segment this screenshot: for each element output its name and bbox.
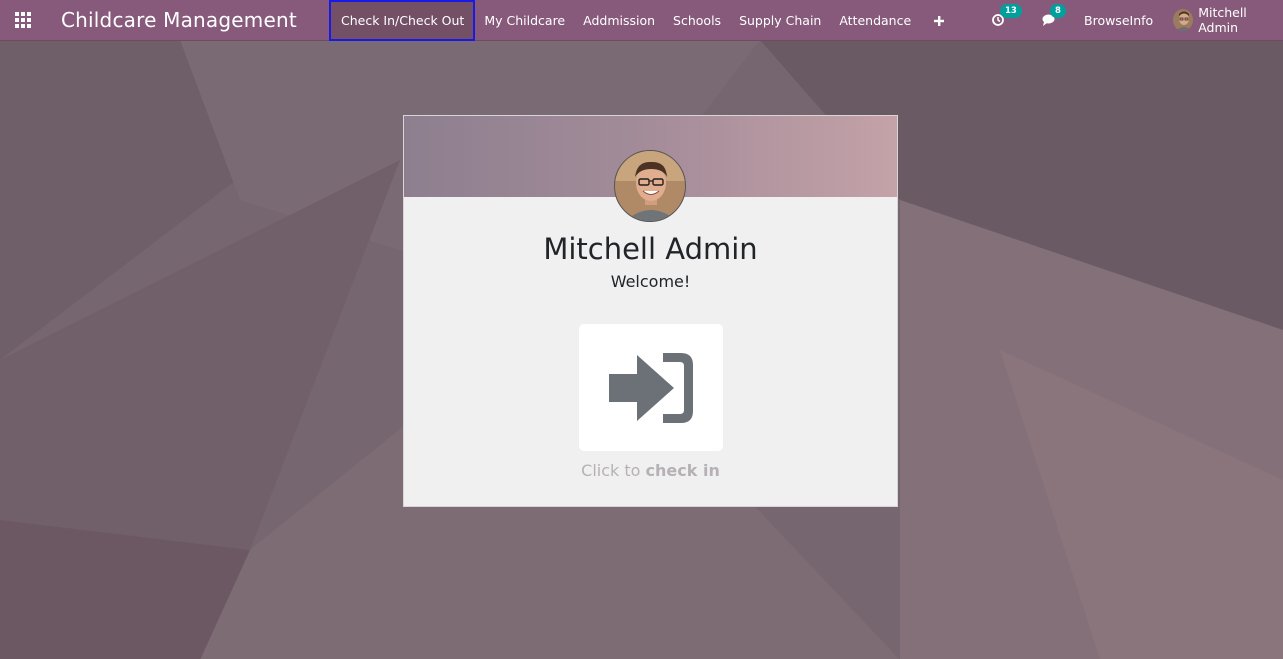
welcome-message: Welcome! bbox=[610, 272, 691, 291]
employee-name: Mitchell Admin bbox=[543, 232, 758, 266]
user-name: Mitchell Admin bbox=[1198, 5, 1247, 35]
plus-icon bbox=[934, 15, 945, 26]
messages-count-badge: 8 bbox=[1050, 4, 1066, 18]
plus-menu-button[interactable] bbox=[920, 0, 958, 41]
check-in-button[interactable] bbox=[579, 324, 723, 451]
menu-item-schools[interactable]: Schools bbox=[664, 0, 730, 41]
company-switcher[interactable]: BrowseInfo bbox=[1084, 0, 1153, 40]
sign-in-icon bbox=[609, 352, 693, 423]
activity-count-badge: 13 bbox=[1000, 4, 1022, 18]
user-menu[interactable]: Mitchell Admin bbox=[1173, 0, 1283, 40]
hint-prefix: Click to bbox=[581, 461, 641, 480]
attendance-card: Mitchell Admin Welcome! Click to check i… bbox=[403, 115, 898, 507]
menu-item-check-in-check-out[interactable]: Check In/Check Out bbox=[329, 0, 476, 41]
systray-messages: 8 bbox=[1042, 0, 1066, 40]
messages-button[interactable]: 8 bbox=[1042, 4, 1066, 26]
app-title[interactable]: Childcare Management bbox=[61, 7, 297, 33]
menu-item-attendance[interactable]: Attendance bbox=[830, 0, 920, 41]
grid-icon bbox=[15, 12, 31, 28]
activity-button[interactable]: 13 bbox=[992, 4, 1022, 26]
menu-item-supply-chain[interactable]: Supply Chain bbox=[730, 0, 830, 41]
check-in-hint: Click to check in bbox=[404, 461, 897, 480]
user-avatar-small bbox=[1173, 9, 1194, 31]
systray: 13 bbox=[992, 0, 1022, 40]
hint-action: check in bbox=[645, 461, 720, 480]
company-name: BrowseInfo bbox=[1084, 12, 1154, 28]
menu-item-addmission[interactable]: Addmission bbox=[574, 0, 664, 41]
main-menu: Check In/Check Out My Childcare Addmissi… bbox=[329, 0, 958, 41]
top-navbar: Childcare Management Check In/Check Out … bbox=[0, 0, 1283, 41]
menu-item-my-childcare[interactable]: My Childcare bbox=[475, 0, 574, 41]
employee-avatar bbox=[614, 150, 686, 222]
apps-menu-button[interactable] bbox=[8, 5, 38, 35]
